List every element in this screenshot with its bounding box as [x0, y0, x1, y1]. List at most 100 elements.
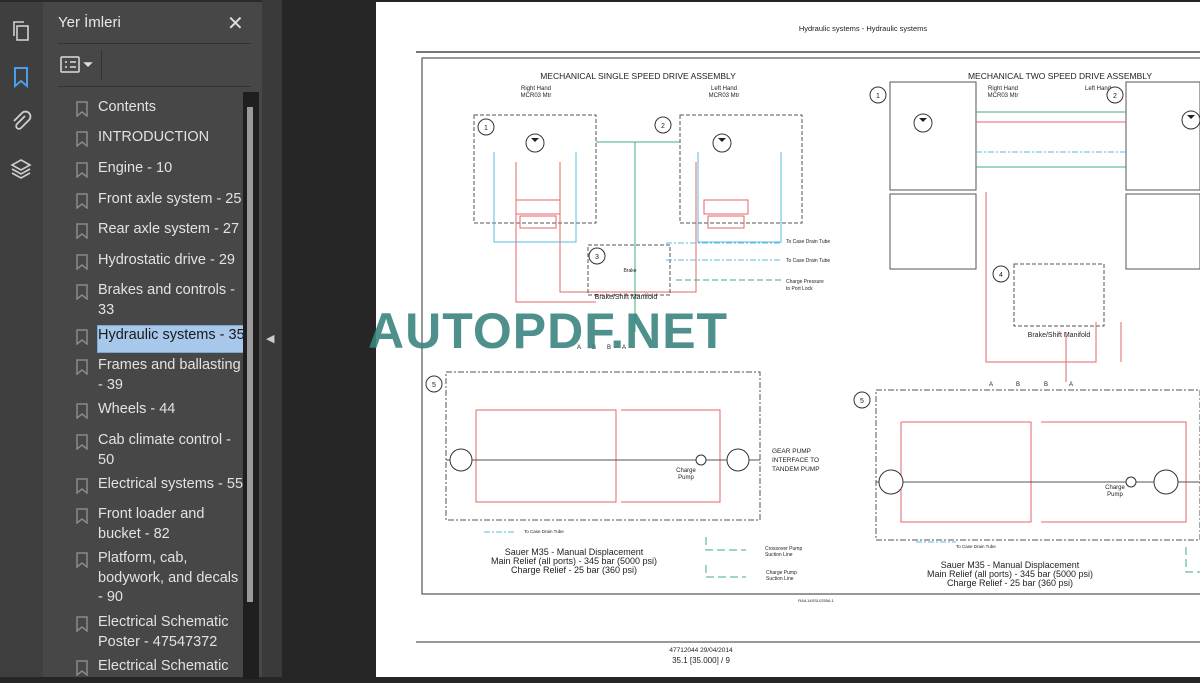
diagram-label: To Case Drain Tube [786, 239, 830, 245]
bookmark-icon[interactable] [10, 66, 32, 88]
bookmarks-panel: Yer İmleri ✕ Contents INTRODUCTION Engine … [43, 0, 262, 679]
collapse-panel-icon[interactable]: ◀ [266, 332, 274, 345]
bookmark-label: Electrical systems - 55 [98, 476, 244, 492]
diagram-label: Right Hand [988, 86, 1018, 92]
callout-number: 2 [1113, 93, 1117, 100]
diagram-label: MECHANICAL TWO SPEED DRIVE ASSEMBLY [968, 71, 1152, 81]
bookmark-icon [76, 431, 98, 470]
diagram-label: To Case Drain Tube [786, 258, 830, 264]
footer-page: 35.1 [35.000] / 9 [672, 656, 730, 665]
bookmark-label: Contents [98, 99, 157, 115]
bookmark-icon [76, 326, 98, 352]
bookmark-item[interactable]: Platform, cab, bodywork, and decals - 90 [76, 549, 246, 608]
bookmark-item[interactable]: Electrical systems - 55 [76, 475, 246, 501]
attachment-icon[interactable] [10, 110, 32, 132]
pdf-page: Hydraulic systems - Hydraulic systems ME… [368, 2, 1200, 677]
sidebar-rail [0, 0, 43, 677]
component-box [889, 81, 977, 191]
bookmark-label: Electrical Schematic [98, 658, 229, 674]
bookmark-item[interactable]: Electrical Schematic [76, 657, 246, 683]
list-options-icon[interactable] [59, 54, 95, 76]
component-box [519, 215, 557, 229]
diagram-label: A [1069, 382, 1073, 388]
bookmark-label: Cab climate control - 50 [98, 432, 231, 468]
diagram-label: Brake/Shift Manifold [1028, 332, 1091, 339]
hydraulic-line [621, 409, 721, 503]
callout-number: 2 [661, 123, 665, 130]
bookmark-item[interactable]: Front axle system - 25 [76, 190, 246, 216]
bookmark-icon [76, 251, 98, 277]
pump-symbol [1153, 469, 1179, 495]
pages-icon[interactable] [10, 20, 32, 42]
watermark: AUTOPDF.NET [368, 303, 729, 359]
callout-number: 1 [876, 93, 880, 100]
diagram-label: To Case Drain Tube [956, 544, 996, 549]
hydraulic-line [475, 409, 617, 503]
bookmark-item[interactable]: Wheels - 44 [76, 400, 246, 426]
component-box [875, 389, 1200, 541]
pump-symbol [878, 469, 904, 495]
scrollbar-thumb[interactable] [247, 107, 253, 602]
callout-number: 1 [484, 125, 488, 132]
divider [58, 86, 251, 87]
bookmark-item[interactable]: Engine - 10 [76, 159, 246, 185]
diagram-label: Charge Pressure [786, 279, 824, 285]
callout-number: 4 [999, 272, 1003, 279]
component-box [1013, 263, 1105, 327]
pump-symbol [726, 448, 750, 472]
diagram-label: A [989, 382, 993, 388]
component-box [1125, 81, 1200, 191]
bookmark-item[interactable]: Electrical Schematic Poster - 47547372 [76, 613, 246, 652]
hydraulic-line [900, 421, 1032, 523]
diagram-label: GEAR PUMP [772, 448, 811, 455]
motor-symbol [525, 133, 545, 153]
bookmark-item[interactable]: Brakes and controls - 33 [76, 281, 246, 320]
diagram-label: To Case Drain Tube [524, 529, 564, 534]
diagram-label: Suction Line [765, 552, 793, 558]
diagram-label: Brake/Shift Manifold [595, 294, 658, 301]
diagram-label: B [1016, 382, 1020, 388]
motor-symbol [712, 133, 732, 153]
bookmark-label: Frames and ballasting - 39 [98, 357, 241, 393]
component-box [889, 193, 977, 270]
bookmark-icon [76, 475, 98, 501]
bookmark-item[interactable]: Frames and ballasting - 39 [76, 356, 246, 395]
bookmark-item[interactable]: Front loader and bucket - 82 [76, 505, 246, 544]
diagram-label: Left Hand [711, 86, 737, 92]
bookmark-item[interactable]: Hydrostatic drive - 29 [76, 251, 246, 277]
bookmark-label: Hydraulic systems - 35 [97, 325, 247, 353]
charge-pump-symbol [1125, 476, 1137, 488]
charge-pump-symbol [695, 454, 707, 466]
bookmark-icon [76, 159, 98, 185]
diagram-label: Left Hand [1085, 86, 1111, 92]
component-box [515, 199, 561, 215]
diagram-label: B [1044, 382, 1048, 388]
diagram-label: Suction Line [766, 576, 794, 582]
bookmark-label: Front loader and bucket - 82 [98, 506, 205, 542]
bookmark-item[interactable]: Rear axle system - 27 [76, 220, 246, 246]
footer-code: 47712044 29/04/2014 [669, 647, 733, 654]
diagram-label: TANDEM PUMP [772, 466, 820, 473]
diagram-label: MCR03 Mtr [709, 93, 740, 99]
diagram-label: MCR03 Mtr [521, 93, 552, 99]
diagram-label: MECHANICAL SINGLE SPEED DRIVE ASSEMBLY [540, 71, 736, 81]
bookmark-item[interactable]: Hydraulic systems - 35 [76, 325, 247, 353]
bookmark-icon [76, 505, 98, 544]
bookmark-icon [76, 657, 98, 683]
panel-title: Yer İmleri [58, 14, 121, 31]
diagram-label: INTERFACE TO [772, 457, 819, 464]
bookmark-icon [76, 190, 98, 216]
hydraulic-line [1185, 547, 1200, 573]
diagram-label: MCR03 Mtr [988, 93, 1019, 99]
hydraulic-line [705, 565, 746, 578]
motor-symbol [913, 113, 933, 133]
bookmark-item[interactable]: Contents [76, 98, 246, 124]
callout-number: 3 [595, 254, 599, 261]
diagram-label: Right Hand [521, 86, 551, 92]
component-box [1125, 193, 1200, 270]
bookmark-item[interactable]: Cab climate control - 50 [76, 431, 246, 470]
layers-icon[interactable] [10, 157, 32, 179]
close-icon[interactable]: ✕ [227, 11, 244, 36]
bookmark-item[interactable]: INTRODUCTION [76, 128, 246, 154]
bookmark-icon [76, 549, 98, 608]
